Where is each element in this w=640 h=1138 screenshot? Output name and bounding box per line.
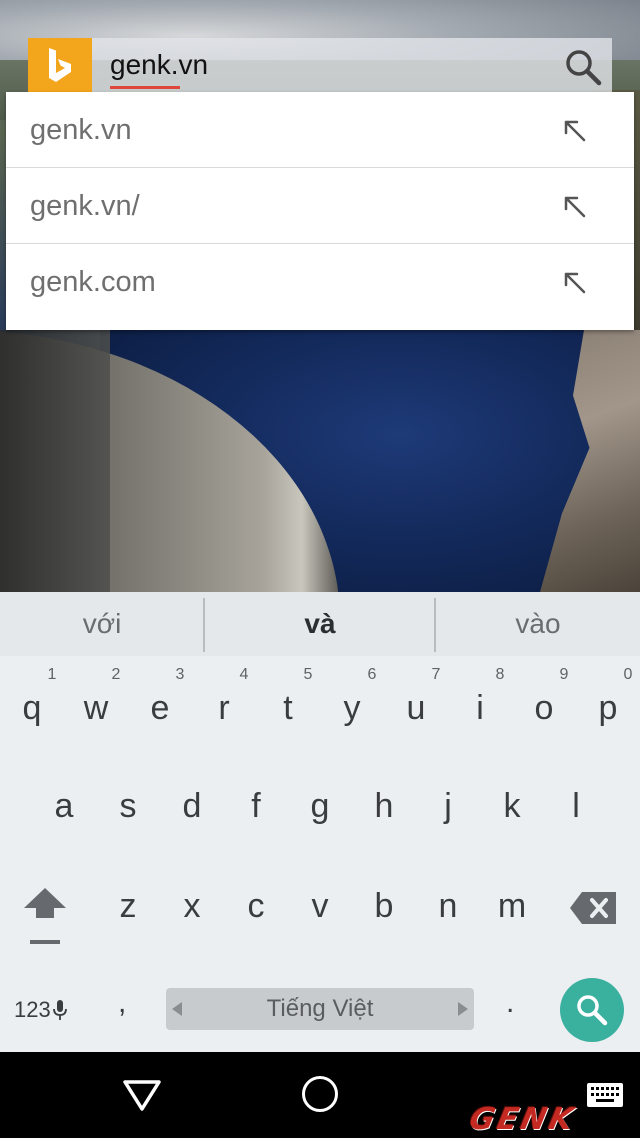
fill-query-arrow-icon[interactable] [562, 194, 588, 220]
key-label: a [54, 787, 74, 825]
word-candidate[interactable]: vào [436, 592, 640, 656]
key-label: o [534, 689, 554, 727]
key-d[interactable]: d [160, 756, 224, 856]
suggestion-item[interactable]: genk.vn [6, 92, 634, 168]
fill-query-arrow-icon[interactable] [562, 270, 588, 296]
keyboard-switch-icon[interactable] [586, 1082, 624, 1108]
key-label: j [444, 787, 452, 825]
key-label: m [497, 887, 527, 925]
key-r[interactable]: 4r [192, 656, 256, 756]
language-right-icon [458, 1002, 468, 1016]
word-candidate[interactable]: với [0, 592, 204, 656]
key-c[interactable]: c [224, 856, 288, 956]
key-b[interactable]: b [352, 856, 416, 956]
key-label: w [83, 689, 109, 727]
key-k[interactable]: k [480, 756, 544, 856]
genk-watermark: GENK [466, 1102, 580, 1137]
search-icon[interactable] [564, 48, 602, 86]
suggestion-list: genk.vn genk.vn/ genk.com [6, 92, 634, 330]
search-bar[interactable]: genk.vn [28, 38, 612, 94]
back-icon[interactable] [122, 1078, 162, 1112]
key-label: z [119, 887, 137, 925]
key-u[interactable]: 7u [384, 656, 448, 756]
bing-logo-icon[interactable] [28, 38, 92, 94]
key-g[interactable]: g [288, 756, 352, 856]
key-v[interactable]: v [288, 856, 352, 956]
key-label: x [183, 887, 201, 925]
key-y[interactable]: 6y [320, 656, 384, 756]
key-label: g [310, 787, 330, 825]
key-x[interactable]: x [160, 856, 224, 956]
suggestion-text: genk.vn [30, 114, 132, 146]
key-o[interactable]: 9o [512, 656, 576, 756]
microphone-icon [52, 1000, 67, 1020]
backspace-icon[interactable] [568, 888, 620, 928]
key-n[interactable]: n [416, 856, 480, 956]
key-q[interactable]: 1q [0, 656, 64, 756]
suggestion-text: genk.com [30, 266, 156, 298]
key-h[interactable]: h [352, 756, 416, 856]
word-suggestion-strip: với và vào [0, 592, 640, 656]
key-label: t [283, 689, 293, 727]
key-s[interactable]: s [96, 756, 160, 856]
key-f[interactable]: f [224, 756, 288, 856]
shift-key-icon[interactable] [18, 884, 72, 948]
key-t[interactable]: 5t [256, 656, 320, 756]
key-p[interactable]: 0p [576, 656, 640, 756]
system-nav-bar: GENK [0, 1052, 640, 1138]
key-a[interactable]: a [32, 756, 96, 856]
search-icon [577, 995, 608, 1026]
symbols-key-label: 123 [14, 997, 51, 1022]
home-icon[interactable] [302, 1076, 338, 1112]
suggestion-item[interactable]: genk.com [6, 244, 634, 320]
key-label: q [22, 689, 42, 727]
dam-shadow [0, 330, 110, 592]
key-label: h [374, 787, 394, 825]
key-label: b [374, 887, 394, 925]
suggestion-text: genk.vn/ [30, 190, 140, 222]
key-hint: 0 [623, 666, 633, 683]
key-label: v [311, 887, 329, 925]
symbols-key[interactable]: 123 [14, 992, 67, 1028]
search-action-button[interactable] [560, 978, 624, 1042]
key-label: e [150, 689, 170, 727]
comma-key[interactable]: , [118, 986, 126, 1020]
language-left-icon [172, 1002, 182, 1016]
space-bar[interactable]: Tiếng Việt [166, 988, 474, 1030]
word-candidate-primary[interactable]: và [204, 592, 436, 656]
space-bar-label: Tiếng Việt [266, 995, 374, 1022]
key-label: d [182, 787, 202, 825]
more-candidates-icon[interactable] [305, 648, 335, 661]
key-j[interactable]: j [416, 756, 480, 856]
suggestion-item[interactable]: genk.vn/ [6, 168, 634, 244]
key-label: y [343, 689, 361, 727]
key-e[interactable]: 3e [128, 656, 192, 756]
search-input[interactable]: genk.vn [110, 48, 208, 82]
key-label: u [406, 689, 426, 727]
key-label: p [598, 689, 618, 727]
key-z[interactable]: z [96, 856, 160, 956]
key-label: i [476, 689, 484, 727]
key-label: r [218, 689, 230, 727]
key-i[interactable]: 8i [448, 656, 512, 756]
key-m[interactable]: m [480, 856, 544, 956]
spellcheck-underline [110, 86, 180, 89]
key-label: c [247, 887, 265, 925]
key-w[interactable]: 2w [64, 656, 128, 756]
period-key[interactable]: . [506, 986, 514, 1020]
key-label: f [251, 787, 261, 825]
key-label: k [503, 787, 521, 825]
fill-query-arrow-icon[interactable] [562, 118, 588, 144]
key-l[interactable]: l [544, 756, 608, 856]
key-label: n [438, 887, 458, 925]
key-label: s [119, 787, 137, 825]
key-label: l [572, 787, 580, 825]
keyboard: 1q 2w 3e 4r 5t 6y 7u 8i 9o 0p a s d f g … [0, 656, 640, 1052]
